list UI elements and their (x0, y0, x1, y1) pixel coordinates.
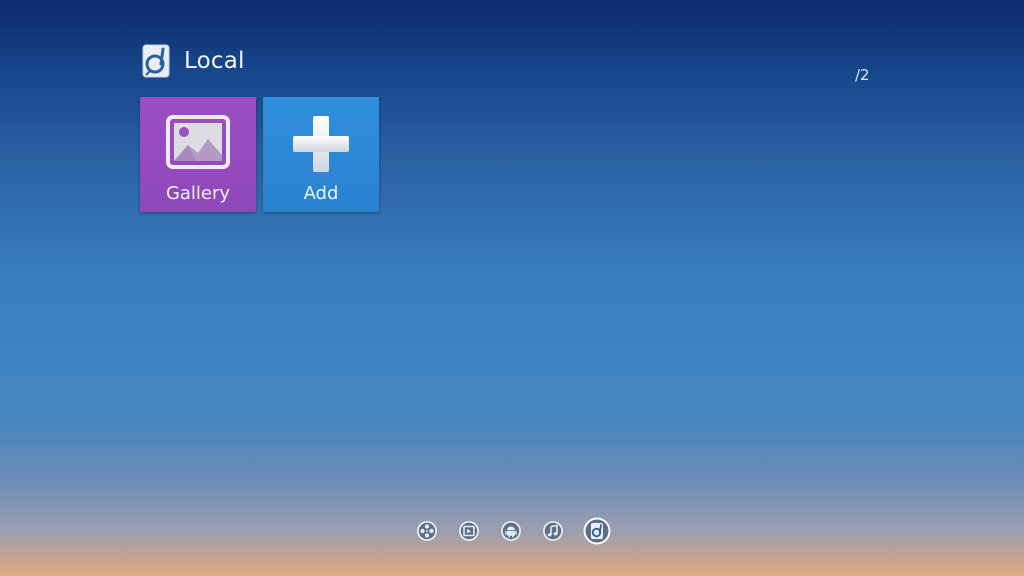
app-tiles: Gallery Add (140, 97, 379, 212)
local-storage-icon (142, 44, 170, 78)
section-header: Local (142, 43, 245, 79)
dock-item-local[interactable] (583, 517, 611, 545)
gallery-tile-label: Gallery (165, 183, 231, 204)
page-title: Local (184, 48, 245, 74)
plus-icon (293, 116, 349, 172)
add-tile-label: Add (303, 183, 339, 204)
dock-item-film[interactable] (415, 519, 439, 543)
android-icon (501, 521, 521, 541)
add-tile[interactable]: Add (263, 97, 379, 212)
film-reel-icon (417, 521, 437, 541)
gallery-image-icon (166, 115, 230, 169)
music-note-icon (543, 521, 563, 541)
dock-item-music[interactable] (541, 519, 565, 543)
local-storage-icon (583, 517, 611, 545)
dock-item-video[interactable] (457, 519, 481, 543)
gallery-tile[interactable]: Gallery (140, 97, 256, 212)
dock-item-android[interactable] (499, 519, 523, 543)
video-icon (459, 521, 479, 541)
bottom-dock (415, 517, 611, 545)
page-indicator: /2 (855, 66, 870, 84)
